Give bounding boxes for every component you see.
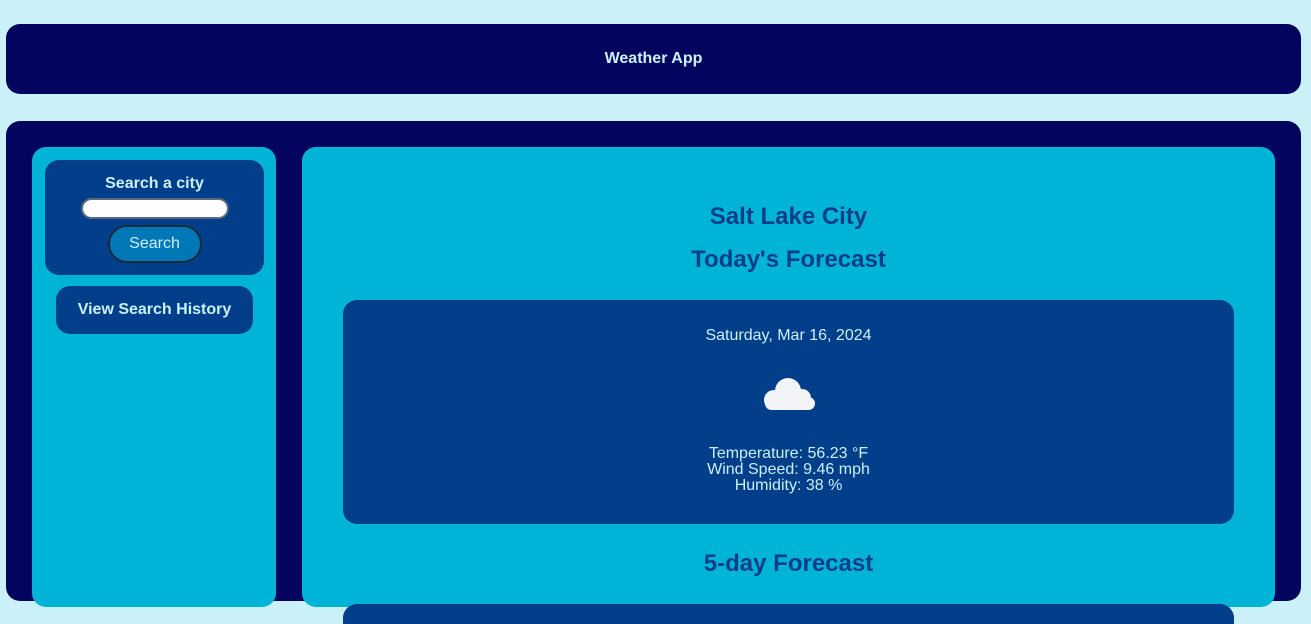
search-input[interactable]: [80, 198, 229, 219]
forecast-panel: Salt Lake City Today's Forecast Saturday…: [302, 147, 1275, 624]
search-label: Search a city: [105, 175, 204, 192]
search-button[interactable]: Search: [107, 225, 202, 263]
forecast-stats: Temperature: 56.23 °F Wind Speed: 9.46 m…: [343, 446, 1234, 494]
main-container: Search a city Search View Search History…: [6, 121, 1301, 624]
view-search-history-button[interactable]: View Search History: [56, 286, 253, 334]
wind-speed-text: Wind Speed: 9.46 mph: [707, 461, 870, 478]
todays-forecast-heading: Today's Forecast: [691, 246, 886, 273]
cloud-icon: [764, 378, 815, 410]
forecast-date: Saturday, Mar 16, 2024: [705, 327, 872, 344]
humidity-text: Humidity: 38 %: [734, 477, 843, 494]
app-header: Weather App: [6, 24, 1301, 94]
five-day-forecast-heading: 5-day Forecast: [703, 550, 874, 577]
sidebar: Search a city Search View Search History: [32, 147, 276, 607]
five-day-forecast-card: [343, 604, 1234, 624]
search-panel: Search a city Search: [45, 160, 264, 275]
city-name: Salt Lake City: [709, 203, 868, 230]
today-forecast-card: Saturday, Mar 16, 2024 Temperature: 56.2…: [343, 300, 1234, 524]
app-title: Weather App: [604, 50, 703, 67]
temperature-text: Temperature: 56.23 °F: [708, 445, 869, 462]
